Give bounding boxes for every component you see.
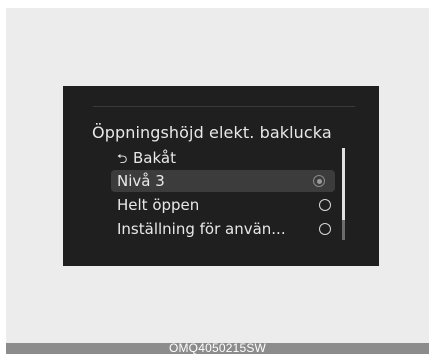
- menu-item-niva-3[interactable]: Nivå 3: [111, 170, 335, 192]
- menu-item-label: Nivå 3: [117, 172, 165, 190]
- radio-button-icon: [313, 175, 325, 187]
- menu-item-label: Inställning för använ...: [117, 220, 286, 238]
- menu-item-installning[interactable]: Inställning för använ...: [117, 218, 335, 240]
- back-label: Bakåt: [133, 149, 176, 167]
- caption-bar: OMQ4050215SW: [6, 341, 429, 354]
- scrollbar[interactable]: [342, 148, 345, 240]
- radio-selected-dot: [316, 178, 322, 184]
- radio-button-icon: [319, 199, 331, 211]
- back-arrow-icon: ⮌: [117, 152, 128, 167]
- back-button[interactable]: ⮌ Bakåt: [117, 147, 335, 169]
- radio-button-icon: [319, 223, 331, 235]
- menu-item-label: Helt öppen: [117, 196, 200, 214]
- scrollbar-thumb[interactable]: [342, 148, 345, 220]
- divider: [93, 106, 355, 107]
- menu-item-helt-oppen[interactable]: Helt öppen: [117, 194, 335, 216]
- image-code: OMQ4050215SW: [168, 341, 267, 354]
- menu-title: Öppningshöjd elekt. baklucka: [92, 123, 332, 142]
- display-screen: Öppningshöjd elekt. baklucka ⮌ Bakåt Nivå…: [63, 86, 379, 266]
